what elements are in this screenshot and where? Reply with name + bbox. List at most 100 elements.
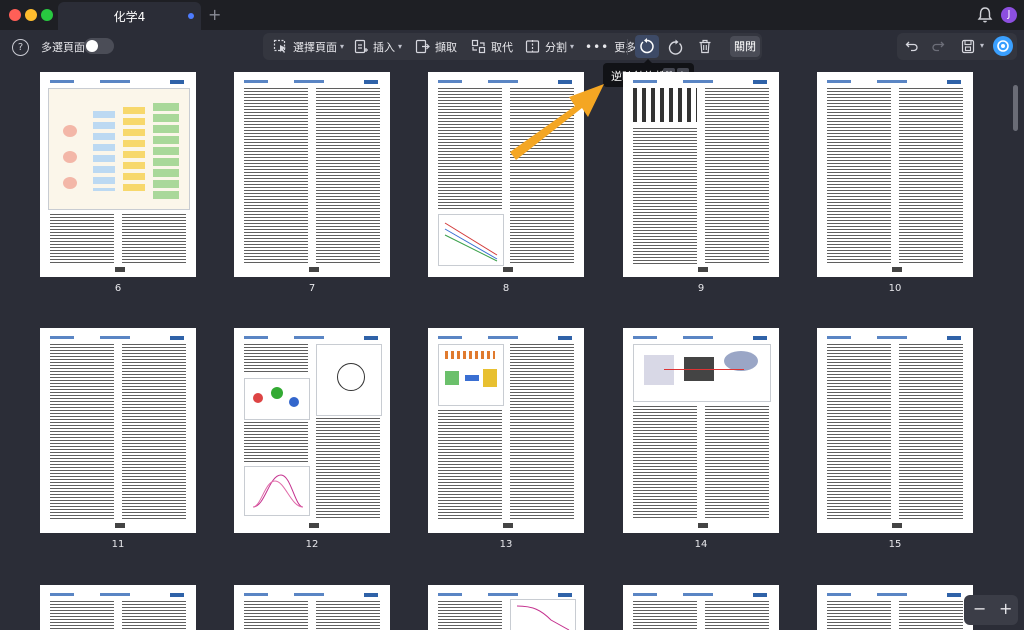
page-thumbnail[interactable] — [623, 585, 779, 630]
text-column — [705, 88, 769, 264]
text-column — [827, 344, 891, 520]
trash-icon — [699, 39, 711, 54]
bell-icon[interactable] — [977, 6, 993, 24]
replace-label: 取代 — [491, 40, 513, 54]
page-thumbnail[interactable] — [234, 72, 390, 277]
molecule-figure — [244, 378, 310, 420]
page-number: 7 — [308, 283, 316, 294]
page-header — [50, 336, 186, 340]
avatar[interactable]: J — [1001, 7, 1017, 23]
document-tab[interactable]: 化学4 — [58, 2, 201, 30]
page-footer — [309, 523, 319, 528]
plot-curves-icon — [252, 474, 304, 508]
unsaved-dot-icon — [188, 13, 194, 19]
split-button[interactable]: 分割 ▾ — [525, 33, 574, 60]
more-button[interactable]: ••• 更多 — [585, 33, 636, 60]
text-column — [705, 601, 769, 630]
text-column — [438, 88, 502, 210]
chevron-down-icon: ▾ — [340, 42, 345, 51]
page-number: 10 — [888, 283, 902, 294]
diagram-figure — [316, 344, 382, 416]
replace-button[interactable]: 取代 — [471, 33, 513, 60]
split-label: 分割 — [545, 40, 567, 54]
page-header — [50, 80, 186, 84]
maximize-window-button[interactable] — [41, 9, 53, 21]
ai-assistant-icon[interactable] — [993, 36, 1013, 56]
rotate-clockwise-button[interactable] — [668, 33, 689, 60]
page-number: 8 — [502, 283, 510, 294]
chevron-down-icon: ▾ — [398, 42, 403, 51]
page-header — [633, 80, 769, 84]
text-column — [899, 88, 963, 264]
insert-button[interactable]: 插入 ▾ — [354, 33, 402, 60]
new-tab-icon[interactable]: + — [208, 5, 221, 24]
text-column — [122, 214, 186, 264]
scheme-figure — [438, 344, 504, 406]
plot-figure — [244, 466, 310, 516]
multi-select-toggle[interactable] — [84, 38, 114, 54]
insert-label: 插入 — [373, 40, 395, 54]
page-footer — [503, 523, 513, 528]
page-number: 15 — [888, 539, 902, 550]
page-thumbnail[interactable] — [40, 585, 196, 630]
vertical-scrollbar[interactable] — [1013, 85, 1018, 131]
chevron-down-icon[interactable]: ▾ — [980, 41, 984, 50]
zoom-in-button[interactable]: + — [999, 599, 1012, 618]
page-thumbnail[interactable] — [40, 72, 196, 277]
text-column — [244, 344, 308, 374]
page-thumbnail[interactable] — [428, 72, 584, 277]
page-number: 12 — [305, 539, 319, 550]
text-column — [899, 344, 963, 520]
page-thumbnail[interactable] — [817, 328, 973, 533]
more-dots-icon: ••• — [585, 39, 610, 54]
save-icon[interactable] — [961, 39, 975, 54]
page-thumbnail[interactable] — [234, 328, 390, 533]
minimize-window-button[interactable] — [25, 9, 37, 21]
insert-page-icon — [354, 39, 368, 54]
undo-icon[interactable] — [905, 39, 919, 53]
page-footer — [115, 523, 125, 528]
rotate-counterclockwise-button[interactable] — [635, 35, 659, 58]
page-header — [827, 336, 963, 340]
text-column — [827, 601, 891, 630]
close-window-button[interactable] — [9, 9, 21, 21]
page-thumbnail[interactable] — [817, 585, 973, 630]
page-header — [244, 593, 380, 597]
select-pages-label: 選擇頁面 — [293, 40, 337, 54]
page-footer — [892, 523, 902, 528]
text-column — [244, 422, 308, 462]
text-column — [50, 214, 114, 264]
page-header — [827, 593, 963, 597]
page-thumbnail[interactable] — [428, 328, 584, 533]
page-thumbnail[interactable] — [623, 328, 779, 533]
zoom-control: − + — [964, 595, 1018, 625]
text-column — [244, 88, 308, 264]
text-column — [510, 88, 574, 264]
extract-button[interactable]: 擷取 — [415, 33, 457, 60]
text-column — [316, 88, 380, 264]
page-header — [438, 336, 574, 340]
text-column — [633, 128, 697, 264]
split-icon — [525, 40, 540, 53]
page-thumbnail[interactable] — [234, 585, 390, 630]
text-column — [244, 601, 308, 630]
page-thumbnail[interactable] — [623, 72, 779, 277]
select-pages-button[interactable]: 選擇頁面 ▾ — [273, 33, 344, 60]
zoom-out-button[interactable]: − — [973, 599, 986, 618]
help-icon[interactable]: ? — [12, 39, 29, 56]
page-thumbnail[interactable] — [428, 585, 584, 630]
text-column — [705, 406, 769, 520]
page-header — [827, 80, 963, 84]
close-button[interactable]: 關閉 — [730, 36, 760, 57]
delete-button[interactable] — [698, 33, 717, 60]
page-footer — [698, 267, 708, 272]
redo-icon[interactable] — [931, 39, 945, 53]
title-bar: 化学4 + J — [0, 0, 1024, 30]
chevron-down-icon: ▾ — [570, 42, 575, 51]
page-footer — [892, 267, 902, 272]
page-thumbnail[interactable] — [817, 72, 973, 277]
page-thumbnail[interactable] — [40, 328, 196, 533]
history-toolbar: ▾ — [897, 33, 1017, 60]
page-header — [244, 80, 380, 84]
extract-label: 擷取 — [435, 40, 457, 54]
